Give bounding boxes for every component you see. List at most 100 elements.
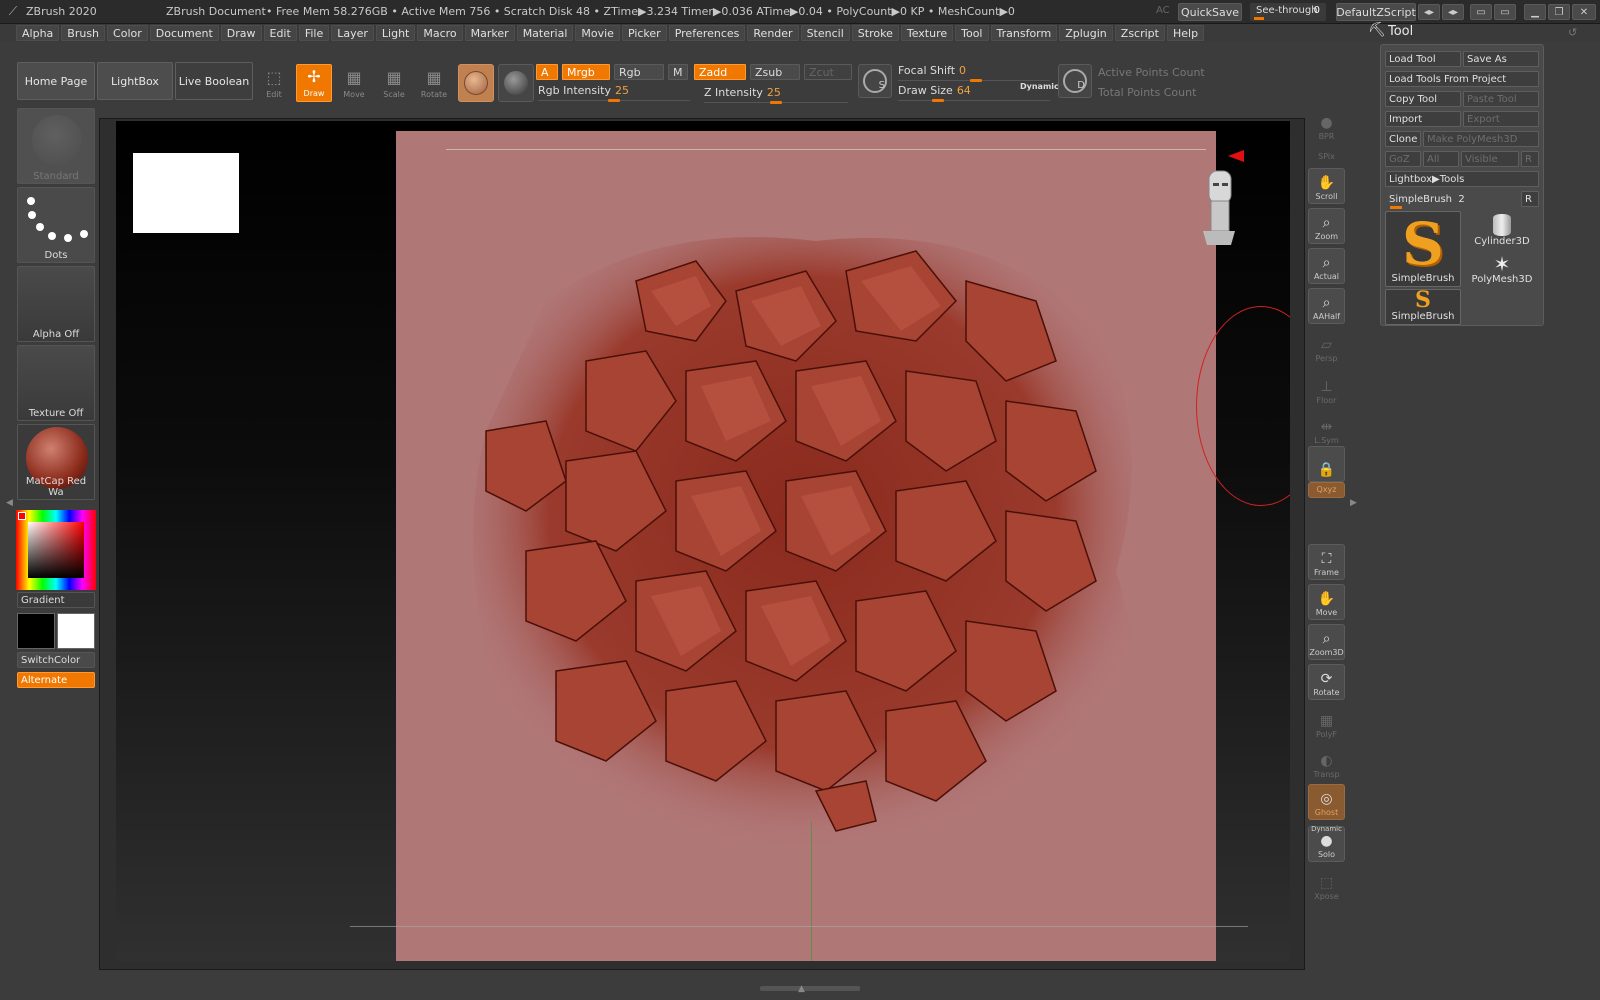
menu-texture[interactable]: Texture [900, 25, 954, 41]
right-shelf-solo-button[interactable]: Dynamic ● Solo [1308, 825, 1345, 862]
restore-icon[interactable]: ❐ [1548, 4, 1570, 20]
menu-document[interactable]: Document [149, 25, 219, 41]
right-tray-arrow-icon[interactable]: ▶ [1350, 498, 1357, 508]
rgb-button[interactable]: Rgb [614, 64, 664, 80]
goz-r-button[interactable]: R [1521, 151, 1539, 167]
left-tray-arrow-icon[interactable]: ◀ [6, 498, 13, 508]
navigation-thumbnail[interactable] [133, 153, 239, 233]
dynamic-label[interactable]: Dynamic [1020, 82, 1059, 91]
goz-button[interactable]: GoZ [1385, 151, 1421, 167]
right-shelf-bpr-button[interactable]: ● BPR [1308, 108, 1345, 144]
right-shelf-ghost-button[interactable]: ◎ Ghost [1308, 784, 1345, 820]
home-page-button[interactable]: Home Page [17, 62, 95, 100]
paste-tool-button[interactable]: Paste Tool [1463, 91, 1539, 107]
alpha-slot[interactable]: Alpha Off [17, 266, 95, 342]
menu-brush[interactable]: Brush [61, 25, 106, 41]
m-button[interactable]: M [668, 64, 688, 80]
orientation-head-gizmo[interactable] [1201, 169, 1237, 245]
menu-stroke[interactable]: Stroke [851, 25, 899, 41]
save-as-button[interactable]: Save As [1463, 51, 1539, 67]
menu-alpha[interactable]: Alpha [16, 25, 60, 41]
right-shelf-qxyz-button[interactable]: Qxyz [1308, 482, 1345, 498]
brush-slot[interactable]: Standard [17, 108, 95, 184]
material-sphere-button[interactable] [458, 64, 494, 102]
right-shelf-rotate-button[interactable]: ⟳ Rotate [1308, 664, 1345, 700]
menu-macro[interactable]: Macro [417, 25, 463, 41]
load-tools-from-project-button[interactable]: Load Tools From Project [1385, 71, 1539, 87]
menu-marker[interactable]: Marker [464, 25, 515, 41]
tool-thumb-simplebrush-2[interactable]: S SimpleBrush [1385, 289, 1461, 325]
secondary-color-swatch[interactable] [57, 613, 95, 649]
make-polymesh3d-button[interactable]: Make PolyMesh3D [1423, 131, 1539, 147]
material-slot[interactable]: MatCap Red Wa [17, 424, 95, 500]
load-tool-button[interactable]: Load Tool [1385, 51, 1461, 67]
tool-r-button[interactable]: R [1521, 191, 1539, 207]
clone-button[interactable]: Clone [1385, 131, 1421, 147]
layout-prev-icon[interactable]: ◂▸ [1418, 4, 1440, 20]
stroke-slot[interactable]: Dots [17, 187, 95, 263]
switch-color-button[interactable]: SwitchColor [17, 652, 95, 668]
z-intensity-slider[interactable]: Z Intensity 25 [704, 86, 848, 104]
tool-thumb-simplebrush[interactable]: S SimpleBrush [1385, 211, 1461, 287]
menu-zplugin[interactable]: Zplugin [1059, 25, 1113, 41]
rgb-intensity-slider[interactable]: Rgb Intensity 25 [538, 84, 690, 102]
import-button[interactable]: Import [1385, 111, 1461, 127]
tool-pin-icon[interactable]: ⛏ [1368, 22, 1386, 38]
minimize-icon[interactable]: ▁ [1524, 4, 1546, 20]
document-canvas[interactable] [116, 121, 1290, 961]
menu-draw[interactable]: Draw [220, 25, 262, 41]
menu-light[interactable]: Light [375, 25, 416, 41]
right-shelf-xpose-button[interactable]: ⬚ Xpose [1308, 868, 1345, 904]
right-shelf-actual-button[interactable]: ⌕ Actual [1308, 248, 1345, 284]
right-shelf-persp-button[interactable]: ▱ Persp [1308, 330, 1345, 366]
tool-palette-title[interactable]: Tool [1388, 24, 1413, 39]
rotate-mode-button[interactable]: ▦ Rotate [416, 64, 452, 102]
close-icon[interactable]: ✕ [1572, 4, 1596, 20]
color-picker-square[interactable] [28, 522, 84, 578]
copy-tool-button[interactable]: Copy Tool [1385, 91, 1461, 107]
menu-movie[interactable]: Movie [575, 25, 620, 41]
menu-color[interactable]: Color [107, 25, 148, 41]
see-through-slider[interactable]: See-through 0 [1250, 3, 1326, 21]
right-shelf-zoom3d-button[interactable]: ⌕ Zoom3D [1308, 624, 1345, 660]
tool-thumb-cylinder3d[interactable]: Cylinder3D [1465, 211, 1539, 249]
menu-zscript[interactable]: Zscript [1114, 25, 1165, 41]
color-sphere-button[interactable] [498, 64, 534, 102]
draw-mode-button[interactable]: ✢ Draw [296, 64, 332, 102]
bottom-tray-arrow-icon[interactable]: ▲ [798, 984, 805, 994]
scale-mode-button[interactable]: ▦ Scale [376, 64, 412, 102]
right-shelf-aahalf-button[interactable]: ⌕ AAHalf [1308, 288, 1345, 324]
right-shelf-scroll-button[interactable]: ✋ Scroll [1308, 168, 1345, 204]
palette-reset-icon[interactable]: ↺ [1568, 26, 1577, 39]
menu-picker[interactable]: Picker [621, 25, 667, 41]
export-button[interactable]: Export [1463, 111, 1539, 127]
menu-layer[interactable]: Layer [331, 25, 374, 41]
main-color-swatch[interactable] [17, 613, 55, 649]
menu-stencil[interactable]: Stencil [800, 25, 850, 41]
tool-thumb-polymesh3d[interactable]: ✶ PolyMesh3D [1465, 251, 1539, 287]
default-zscript-button[interactable]: DefaultZScript [1336, 3, 1416, 21]
mrgb-button[interactable]: Mrgb [562, 64, 610, 80]
menu-transform[interactable]: Transform [990, 25, 1058, 41]
menu-help[interactable]: Help [1166, 25, 1205, 41]
live-boolean-button[interactable]: Live Boolean [175, 62, 253, 100]
menu-render[interactable]: Render [747, 25, 799, 41]
edit-mode-button[interactable]: ⬚ Edit [256, 64, 292, 102]
color-picker[interactable] [16, 510, 96, 590]
bottom-tray-handle[interactable] [760, 986, 860, 991]
focal-shift-slider[interactable]: Focal Shift 0 [898, 64, 1050, 82]
right-shelf-zoom-button[interactable]: ⌕ Zoom [1308, 208, 1345, 244]
right-shelf-lock-button[interactable]: 🔒 [1308, 446, 1345, 482]
sculpt-plane[interactable] [396, 131, 1290, 961]
alternate-button[interactable]: Alternate [17, 672, 95, 688]
menu-edit[interactable]: Edit [263, 25, 297, 41]
texture-slot[interactable]: Texture Off [17, 345, 95, 421]
interface-layout-icon[interactable]: ▭ [1470, 4, 1492, 20]
right-shelf-transp-button[interactable]: ◐ Transp [1308, 746, 1345, 782]
goz-all-button[interactable]: All [1423, 151, 1459, 167]
zadd-button[interactable]: Zadd [694, 64, 746, 80]
zsub-button[interactable]: Zsub [750, 64, 800, 80]
s-size-button[interactable]: S [858, 64, 892, 98]
layout-next-icon[interactable]: ◂▸ [1442, 4, 1464, 20]
lightbox-tools-button[interactable]: Lightbox▶Tools [1385, 171, 1539, 187]
